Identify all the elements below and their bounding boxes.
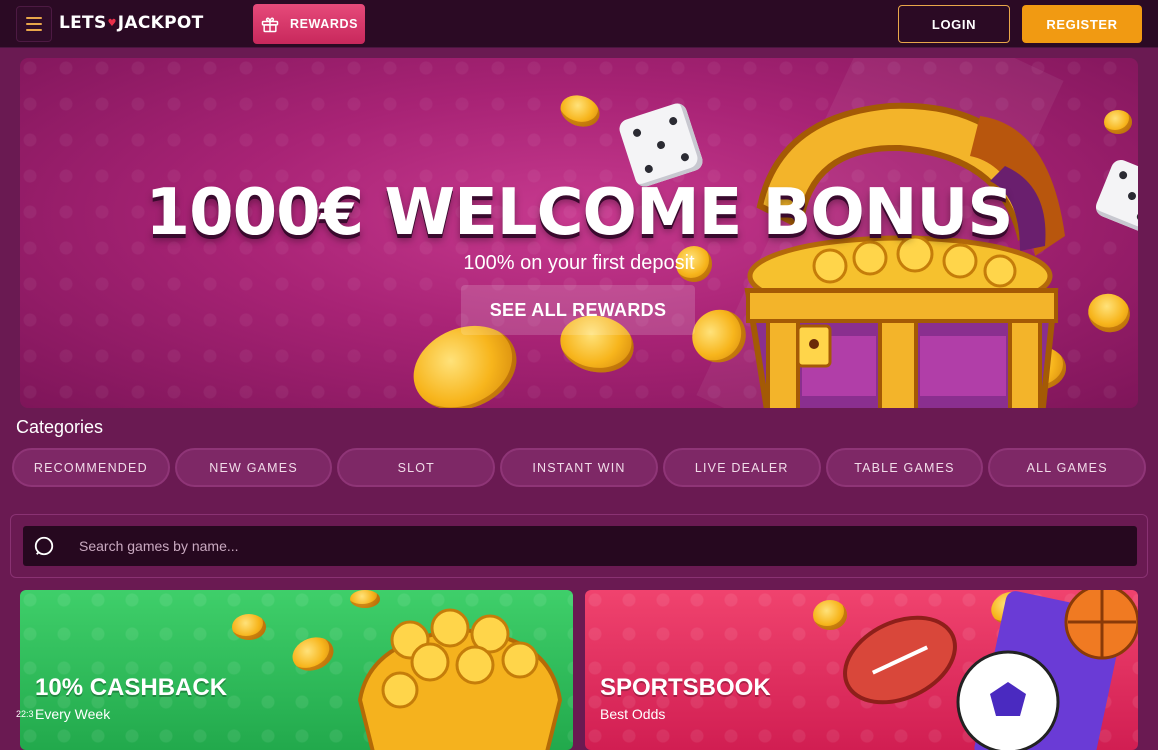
- search-input[interactable]: [79, 526, 1119, 566]
- register-button[interactable]: REGISTER: [1022, 5, 1142, 43]
- cashback-subtitle: Every Week: [35, 706, 111, 722]
- overlay-time: 22:3: [16, 709, 34, 719]
- gift-icon: [261, 17, 279, 33]
- hamburger-menu-button[interactable]: [16, 6, 52, 42]
- see-all-rewards-button[interactable]: SEE ALL REWARDS: [461, 285, 695, 335]
- categories-heading: Categories: [16, 417, 104, 437]
- site-logo[interactable]: LETS ♥ JACKPOT: [59, 11, 204, 35]
- sportsbook-promo-card[interactable]: SPORTSBOOK Best Odds: [585, 590, 1138, 750]
- sportsbook-title: SPORTSBOOK: [600, 674, 771, 701]
- hamburger-icon: [26, 17, 42, 19]
- rewards-label: REWARDS: [289, 17, 359, 31]
- coin-icon: [232, 614, 266, 640]
- category-instant-win[interactable]: INSTANT WIN: [500, 448, 658, 487]
- logo-heart-icon: ♥: [107, 17, 117, 29]
- logo-text-left: LETS: [59, 13, 107, 33]
- category-table-games[interactable]: TABLE GAMES: [825, 448, 984, 487]
- rewards-button[interactable]: REWARDS: [253, 4, 365, 44]
- cashback-title: 10% CASHBACK: [35, 674, 228, 701]
- category-live-dealer[interactable]: LIVE DEALER: [662, 448, 821, 487]
- category-pills: RECOMMENDED NEW GAMES SLOT INSTANT WIN L…: [12, 448, 1147, 488]
- search-icon[interactable]: [33, 535, 55, 557]
- search-panel: [10, 514, 1148, 578]
- category-recommended[interactable]: RECOMMENDED: [12, 448, 170, 487]
- coin-pot-icon: [357, 608, 563, 750]
- cashback-promo-card[interactable]: 10% CASHBACK Every Week: [20, 590, 573, 750]
- login-button[interactable]: LOGIN: [898, 5, 1010, 43]
- coin-icon: [1104, 110, 1132, 134]
- hero-title: 1000€ WELCOME BONUS: [145, 176, 1014, 250]
- welcome-bonus-banner[interactable]: 1000€ WELCOME BONUS 100% on your first d…: [20, 58, 1138, 408]
- sports-balls-icon: [843, 590, 1138, 750]
- hero-subtitle: 100% on your first deposit: [463, 252, 695, 274]
- category-all-games[interactable]: ALL GAMES: [988, 448, 1147, 487]
- category-new-games[interactable]: NEW GAMES: [174, 448, 333, 487]
- category-slot[interactable]: SLOT: [337, 448, 496, 487]
- logo-text-right: JACKPOT: [117, 13, 204, 33]
- search-box[interactable]: [23, 526, 1137, 566]
- sportsbook-subtitle: Best Odds: [600, 706, 666, 722]
- top-bar: LETS ♥ JACKPOT REWARDS LOGIN REGISTER: [0, 0, 1158, 48]
